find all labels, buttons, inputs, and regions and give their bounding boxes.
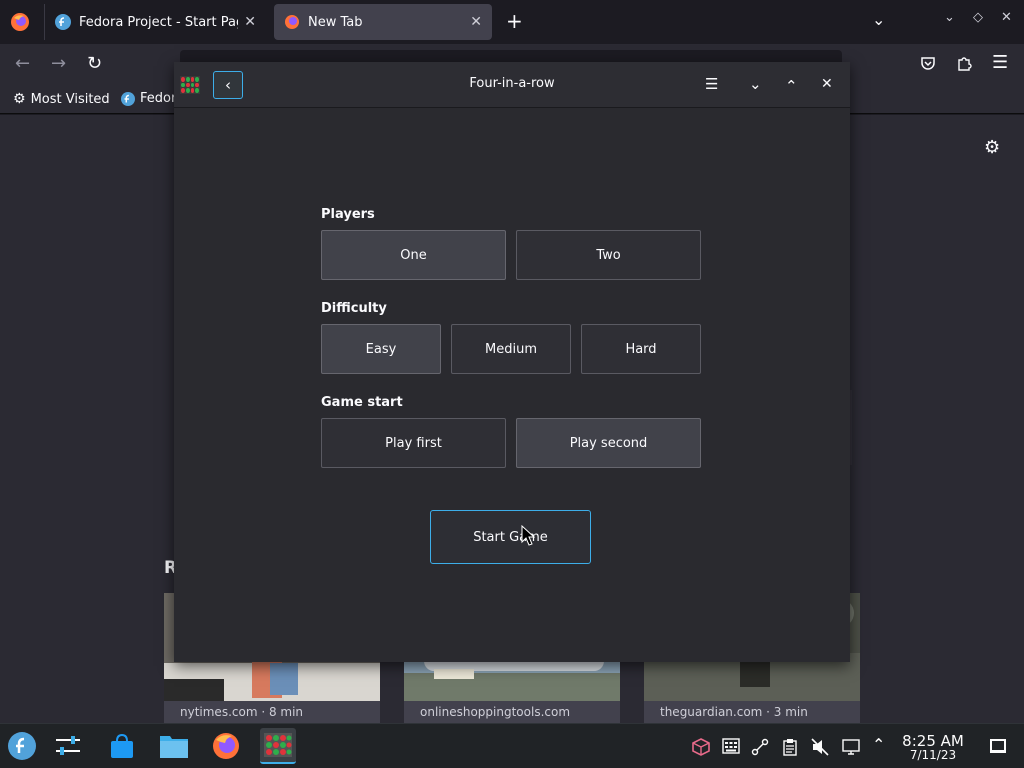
file-manager-taskbar-item[interactable] [156,728,192,764]
fedora-icon [8,732,36,760]
browser-tab-bar: Fedora Project - Start Page ✕ New Tab ✕ … [0,0,1024,44]
extensions-icon[interactable] [956,55,972,71]
tab-title: Fedora Project - Start Page [79,14,239,30]
volume-muted-icon[interactable] [811,738,829,756]
window-titlebar: ‹ Four-in-a-row ☰ ⌄ ⌃ ✕ [174,62,850,108]
package-icon[interactable] [692,738,710,756]
tab-new-tab[interactable]: New Tab ✕ [274,4,492,40]
card-source: theguardian.com · 3 min [660,705,808,719]
tab-fedora-start-page[interactable]: Fedora Project - Start Page ✕ [44,4,266,40]
close-window-icon[interactable]: ✕ [1001,10,1012,25]
firefox-taskbar-item[interactable] [208,728,244,764]
gear-icon: ⚙ [13,91,26,107]
players-two-button[interactable]: Two [516,230,701,280]
show-desktop-button[interactable] [990,739,1006,753]
folder-icon [160,736,188,758]
game-start-label: Game start [321,395,403,410]
application-launcher[interactable] [4,728,40,764]
minimize-window-icon[interactable]: ⌄ [944,10,955,25]
bookmark-most-visited[interactable]: ⚙ Most Visited [13,91,110,107]
clock-date[interactable]: 7/11/23 [898,748,968,762]
close-icon[interactable]: ✕ [244,14,256,30]
network-icon[interactable] [751,738,769,756]
card-source: nytimes.com · 8 min [180,705,304,719]
tab-title: New Tab [308,14,363,30]
new-tab-button[interactable]: + [506,9,523,33]
software-center-taskbar-item[interactable] [104,728,140,764]
taskbar: ⌃ 8:25 AM 7/11/23 [0,723,1024,768]
system-settings-taskbar-item[interactable] [50,728,86,764]
sliders-icon [56,736,80,755]
fedora-icon [121,91,135,106]
difficulty-medium-button[interactable]: Medium [451,324,571,374]
clipboard-icon[interactable] [782,738,798,756]
close-icon[interactable]: ✕ [821,75,833,93]
gear-icon[interactable]: ⚙ [984,137,1000,158]
fedora-icon [55,14,71,30]
reload-icon[interactable]: ↻ [87,54,102,74]
difficulty-label: Difficulty [321,301,387,316]
display-icon[interactable] [842,738,860,756]
play-second-button[interactable]: Play second [516,418,701,468]
chevron-up-icon[interactable]: ⌃ [872,735,885,754]
four-in-a-row-window: ‹ Four-in-a-row ☰ ⌄ ⌃ ✕ Players One Two … [174,62,850,662]
shopping-bag-icon [111,733,133,758]
hamburger-menu-icon[interactable]: ☰ [992,53,1008,73]
card-source: onlineshoppingtools.com [420,705,571,719]
start-game-button[interactable]: Start Game [430,510,591,564]
maximize-window-icon[interactable]: ◇ [973,10,983,25]
back-arrow-icon[interactable]: ← [15,54,30,74]
forward-arrow-icon[interactable]: → [51,54,66,74]
four-in-a-row-app-icon [264,733,292,757]
difficulty-hard-button[interactable]: Hard [581,324,701,374]
players-one-button[interactable]: One [321,230,506,280]
bookmark-fedora[interactable]: Fedor [121,91,176,106]
players-label: Players [321,207,375,222]
four-in-a-row-taskbar-item[interactable] [260,728,296,764]
firefox-icon [285,15,299,29]
firefox-icon[interactable] [10,12,30,32]
minimize-chevron-icon[interactable]: ⌄ [749,75,762,93]
bookmark-label: Most Visited [30,91,110,107]
bookmark-label: Fedor [140,91,177,106]
list-tabs-chevron-icon[interactable]: ⌄ [872,10,885,29]
pocket-icon[interactable] [920,55,936,71]
hamburger-menu-icon[interactable]: ☰ [705,75,718,93]
mouse-cursor-icon [521,525,535,546]
play-first-button[interactable]: Play first [321,418,506,468]
firefox-icon [213,733,239,759]
close-icon[interactable]: ✕ [470,14,482,30]
maximize-chevron-icon[interactable]: ⌃ [785,77,798,95]
keyboard-icon[interactable] [722,738,740,754]
difficulty-easy-button[interactable]: Easy [321,324,441,374]
